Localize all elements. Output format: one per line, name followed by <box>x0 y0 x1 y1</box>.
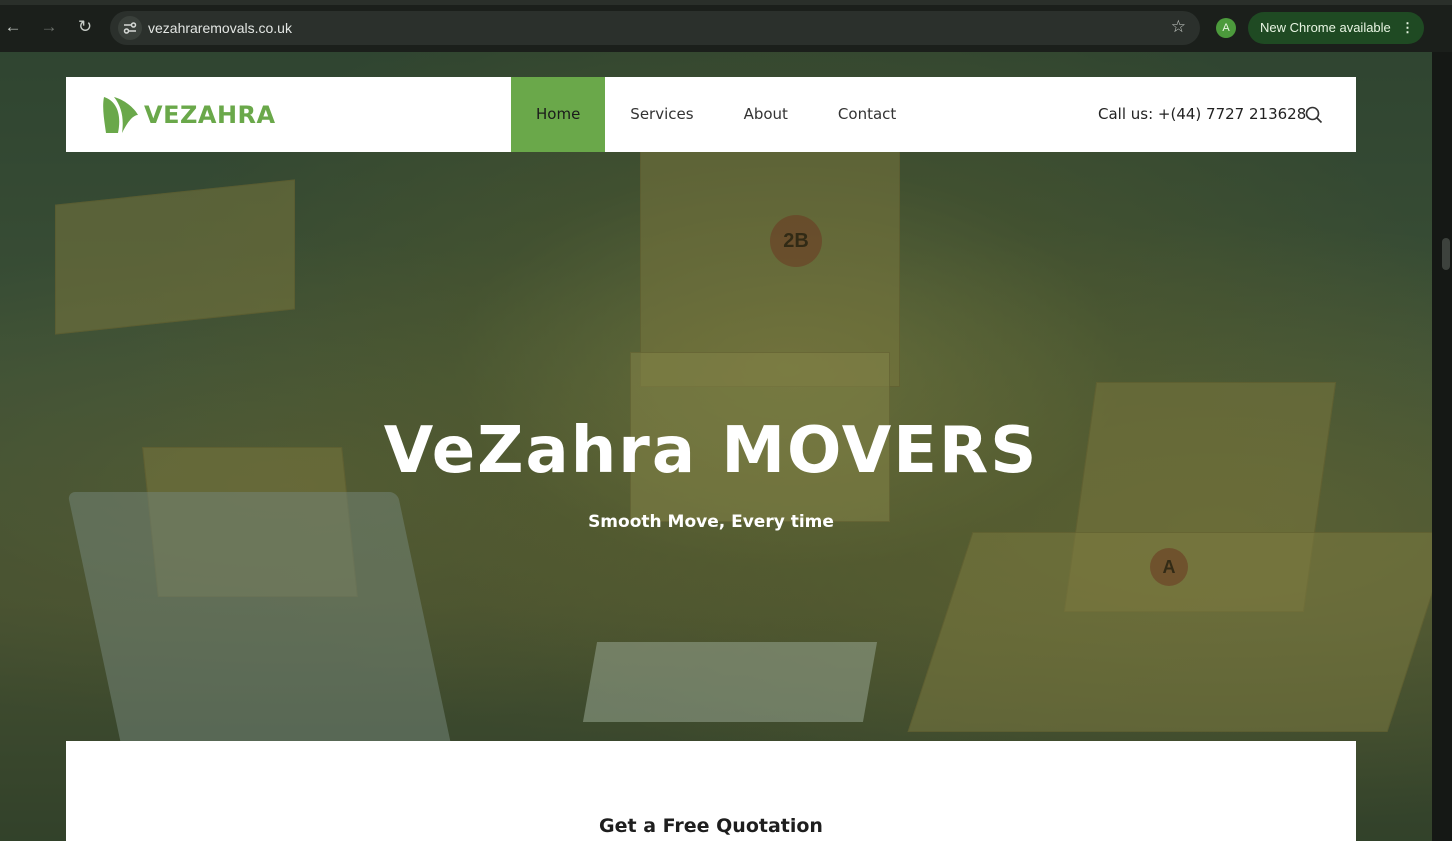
quote-section: Get a Free Quotation <box>66 741 1356 841</box>
reload-icon: ↻ <box>77 17 93 36</box>
kebab-icon[interactable]: ⋮ <box>1401 12 1414 44</box>
address-bar[interactable]: vezahraremovals.co.uk ☆ <box>110 11 1200 45</box>
tab-strip-edge <box>0 0 1452 5</box>
back-button[interactable]: ← <box>0 14 26 40</box>
nav-about[interactable]: About <box>719 77 813 152</box>
arrow-left-icon: ← <box>4 17 22 36</box>
site-header: VEZAHRA Home Services About Contact Call… <box>66 77 1356 152</box>
web-page: 2B A VEZAHRA Home Services About Contact… <box>0 52 1432 841</box>
forward-button[interactable]: → <box>36 14 62 40</box>
update-label: New Chrome available <box>1260 20 1391 35</box>
hero-subtitle: Smooth Move, Every time <box>588 512 834 532</box>
page-scrollbar[interactable] <box>1432 52 1452 841</box>
leaf-logo-icon <box>103 97 138 133</box>
hero-title: VeZahra MOVERS <box>383 414 1039 488</box>
browser-toolbar: ← → ↻ vezahraremovals.co.uk ☆ A New Chro… <box>0 0 1452 52</box>
bookmark-star-icon[interactable]: ☆ <box>1171 17 1186 37</box>
call-us-phone[interactable]: Call us: +(44) 7727 213628 <box>1098 77 1306 152</box>
scrollbar-thumb[interactable] <box>1442 238 1450 270</box>
profile-avatar[interactable]: A <box>1216 18 1236 38</box>
arrow-right-icon: → <box>40 17 58 36</box>
site-info-button[interactable] <box>118 16 142 40</box>
reload-button[interactable]: ↻ <box>72 14 98 40</box>
site-logo[interactable]: VEZAHRA <box>102 95 275 135</box>
search-icon[interactable] <box>1305 106 1323 124</box>
nav-contact[interactable]: Contact <box>813 77 921 152</box>
logo-wordmark: VEZAHRA <box>144 101 276 129</box>
nav-home[interactable]: Home <box>511 77 606 152</box>
main-nav: Home Services About Contact <box>511 77 921 152</box>
tune-icon <box>123 22 137 34</box>
url-text[interactable]: vezahraremovals.co.uk <box>148 20 292 36</box>
nav-services[interactable]: Services <box>605 77 718 152</box>
quote-title: Get a Free Quotation <box>599 815 823 837</box>
chrome-update-button[interactable]: New Chrome available ⋮ <box>1248 12 1424 44</box>
